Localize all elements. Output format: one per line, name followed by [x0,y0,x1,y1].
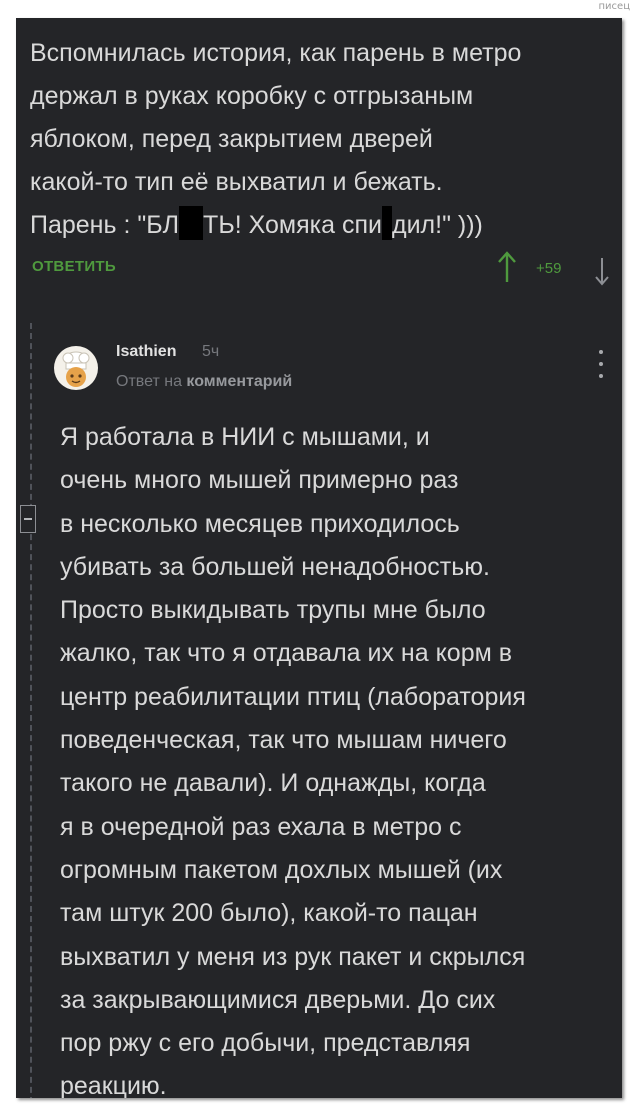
reply-text-line: реакцию. [60,1072,167,1098]
more-vertical-icon[interactable] [596,350,606,384]
thread-line[interactable] [30,323,32,1098]
censor-bar [179,206,204,240]
chef-avatar-icon[interactable] [54,346,98,390]
reply-text-line: такого не давали). И однажды, когда [60,769,486,798]
reply-comment-text: Я работала в НИИ с мышами, и очень много … [60,416,612,1098]
parent-comment-text: Вспомнилась история, как парень в метро д… [30,32,610,247]
parent-text-fragment: дил!" ))) [391,211,483,239]
reply-to-prefix: Ответ на [116,373,182,390]
reply-text-line: жалко, так что я отдавала их на корм в [60,639,513,668]
parent-text-line: Вспомнилась история, как парень в метро [30,39,522,67]
parent-text-line: яблоком, перед закрытием дверей [30,125,433,153]
reply-text-line: я в очередной раз ехала в метро с [60,812,462,841]
reply-text-line: в несколько месяцев приходилось [60,509,460,538]
censor-bar [381,206,392,240]
screenshot-frame: Вспомнилась история, как парень в метро д… [16,18,622,1098]
reply-text-line: там штук 200 было), какой-то пацан [60,899,478,928]
reply-to-link[interactable]: комментарий [186,373,292,390]
arrow-up-icon[interactable] [496,250,518,284]
parent-text-fragment: ТЬ! Хомяка спи [203,211,382,239]
reply-text-line: огромным пакетом дохлых мышей (их [60,855,503,884]
watermark: писец [598,1,631,12]
arrow-down-icon[interactable] [594,256,610,286]
parent-text-line: держал в руках коробку с отгрызаным [30,82,474,110]
reply-text-line: убивать за большей ненадобностью. [60,552,490,581]
reply-text-line: пор ржу с его добычи, представляя [60,1029,471,1058]
comment-time: 5ч [202,343,220,360]
parent-text-fragment: Парень : "БЛ [30,211,180,239]
reply-text-line: выхватил у меня из рук пакет и скрылся [60,942,526,971]
reply-text-line: за закрывающимися дверьми. До сих [60,985,496,1014]
reply-text-line: центр реабилитации птиц (лаборатория [60,682,526,711]
vote-score: +59 [536,260,562,277]
reply-text-line: очень много мышей примерно раз [60,466,459,495]
username[interactable]: Isathien [116,343,176,361]
reply-to-label: Ответ на комментарий [116,373,292,391]
reply-text-line: поведенческая, так что мышам ничего [60,726,507,755]
reply-text-line: Я работала в НИИ с мышами, и [60,423,430,451]
parent-text-line: какой-то тип её выхватил и бежать. [30,168,443,196]
collapse-minus-icon[interactable] [20,505,36,533]
reply-button[interactable]: ОТВЕТИТЬ [32,258,116,275]
reply-text-line: Просто выкидывать трупы мне было [60,596,486,625]
